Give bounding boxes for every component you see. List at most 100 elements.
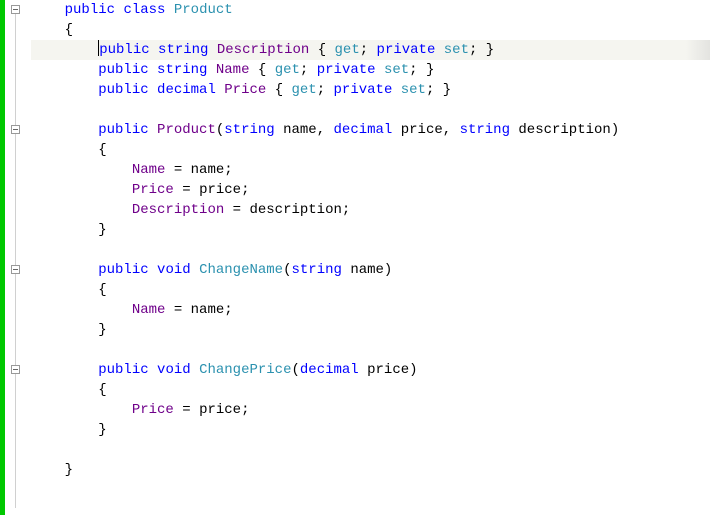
property-ref: Name — [132, 302, 166, 318]
indent — [31, 222, 98, 238]
semicolon: ; — [224, 302, 232, 318]
space — [182, 302, 190, 318]
type-keyword: void — [157, 262, 191, 278]
method-name: ChangePrice — [199, 362, 291, 378]
fold-toggle-icon[interactable] — [11, 125, 20, 134]
space — [376, 62, 384, 78]
identifier: description — [249, 202, 341, 218]
space — [191, 402, 199, 418]
indent — [31, 322, 98, 338]
code-line-blank[interactable] — [31, 240, 710, 260]
code-editor[interactable]: public class Product { public string Des… — [0, 0, 710, 515]
code-line[interactable]: Name = name; — [31, 300, 710, 320]
property-name: Price — [224, 82, 266, 98]
semicolon: ; — [241, 402, 249, 418]
semicolon: ; — [342, 202, 350, 218]
code-line[interactable]: } — [31, 460, 710, 480]
brace: } — [443, 82, 451, 98]
code-line[interactable]: public void ChangeName(string name) — [31, 260, 710, 280]
space — [418, 62, 426, 78]
code-line-current[interactable]: public string Description { get; private… — [31, 40, 710, 60]
code-line[interactable]: { — [31, 280, 710, 300]
type-keyword: string — [158, 42, 208, 58]
brace: { — [98, 142, 106, 158]
semicolon: ; — [409, 62, 417, 78]
code-line[interactable]: public Product(string name, decimal pric… — [31, 120, 710, 140]
space — [309, 42, 317, 58]
property-ref: Price — [132, 182, 174, 198]
code-area[interactable]: public class Product { public string Des… — [27, 0, 710, 515]
indent — [31, 382, 98, 398]
code-line[interactable]: { — [31, 380, 710, 400]
property-name: Name — [216, 62, 250, 78]
paren: ) — [409, 362, 417, 378]
code-line[interactable]: { — [31, 20, 710, 40]
space — [435, 42, 443, 58]
paren: ) — [384, 262, 392, 278]
space — [359, 362, 367, 378]
code-line[interactable]: } — [31, 220, 710, 240]
operator: = — [174, 162, 182, 178]
code-line[interactable]: } — [31, 320, 710, 340]
keyword: class — [123, 2, 165, 18]
brace: { — [275, 82, 283, 98]
code-line-blank[interactable] — [31, 100, 710, 120]
code-line[interactable]: public class Product — [31, 0, 710, 20]
space — [191, 362, 199, 378]
space — [149, 362, 157, 378]
code-line[interactable]: Name = name; — [31, 160, 710, 180]
code-line[interactable]: } — [31, 420, 710, 440]
space — [368, 42, 376, 58]
space — [174, 402, 182, 418]
gutter[interactable] — [5, 0, 27, 515]
code-line[interactable]: Price = price; — [31, 180, 710, 200]
space — [308, 62, 316, 78]
space — [325, 122, 333, 138]
property-ref: Description — [132, 202, 224, 218]
code-line[interactable]: { — [31, 140, 710, 160]
keyword: public — [98, 362, 148, 378]
accessor-keyword: get — [292, 82, 317, 98]
indent — [31, 202, 132, 218]
code-line[interactable]: public string Name { get; private set; } — [31, 60, 710, 80]
fold-toggle-icon[interactable] — [11, 5, 20, 14]
code-line[interactable]: public void ChangePrice(decimal price) — [31, 360, 710, 380]
code-line-blank[interactable] — [31, 340, 710, 360]
class-identifier: Product — [174, 2, 233, 18]
semicolon: ; — [241, 182, 249, 198]
type-keyword: decimal — [300, 362, 359, 378]
space — [477, 42, 485, 58]
space — [275, 122, 283, 138]
space — [165, 2, 173, 18]
indent — [31, 282, 98, 298]
code-line[interactable]: Price = price; — [31, 400, 710, 420]
type-keyword: void — [157, 362, 191, 378]
identifier: price — [199, 402, 241, 418]
indent — [31, 462, 65, 478]
fold-toggle-icon[interactable] — [11, 265, 20, 274]
indent — [31, 362, 98, 378]
paren: ( — [216, 122, 224, 138]
text-cursor — [98, 40, 99, 56]
operator: = — [182, 402, 190, 418]
operator: = — [182, 182, 190, 198]
parameter: name — [350, 262, 384, 278]
space — [149, 62, 157, 78]
semicolon: ; — [317, 82, 325, 98]
code-line[interactable]: Description = description; — [31, 200, 710, 220]
space — [325, 82, 333, 98]
space — [392, 82, 400, 98]
fold-toggle-icon[interactable] — [11, 365, 20, 374]
keyword: public — [98, 62, 148, 78]
code-line-blank[interactable] — [31, 440, 710, 460]
brace: { — [65, 22, 73, 38]
indent — [31, 302, 132, 318]
space — [451, 122, 459, 138]
keyword: public — [65, 2, 115, 18]
type-keyword: decimal — [157, 82, 216, 98]
semicolon: ; — [224, 162, 232, 178]
space — [165, 162, 173, 178]
property-ref: Price — [132, 402, 174, 418]
code-line[interactable]: public decimal Price { get; private set;… — [31, 80, 710, 100]
constructor-name: Product — [157, 122, 216, 138]
